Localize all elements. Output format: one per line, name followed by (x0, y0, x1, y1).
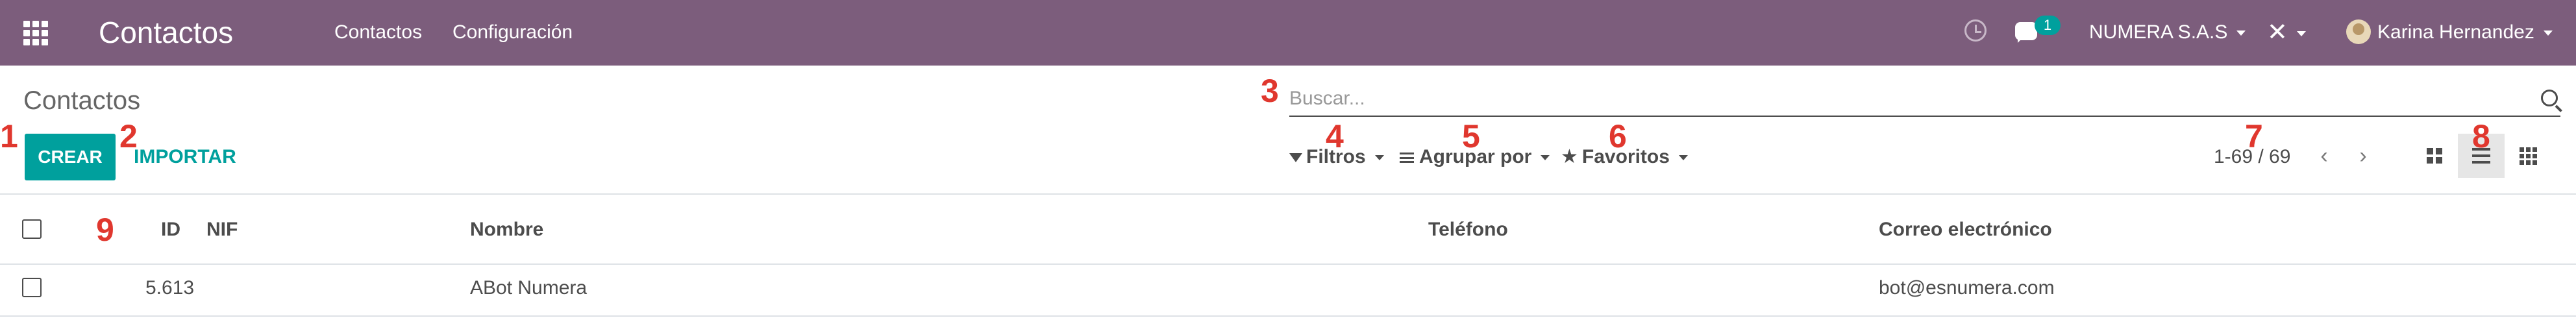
user-name: Karina Hernandez (2377, 21, 2534, 43)
messages-count-badge: 1 (2035, 16, 2061, 35)
user-menu[interactable]: Karina Hernandez (2377, 19, 2553, 45)
row-checkbox[interactable] (22, 278, 42, 297)
kanban-icon (2427, 148, 2442, 164)
cell-correo[interactable]: bot@esnumera.com (1879, 275, 2055, 301)
chevron-down-icon (2236, 31, 2246, 36)
activities-clock-icon[interactable] (1964, 19, 1987, 42)
select-all-checkbox[interactable] (22, 219, 42, 239)
column-header-id[interactable]: ID (161, 217, 180, 243)
chevron-down-icon (2296, 31, 2306, 36)
search-bar (1289, 84, 2560, 117)
pager-next-icon[interactable]: › (2350, 144, 2376, 170)
messages-chat-icon[interactable] (2015, 22, 2037, 43)
menu-item-contactos[interactable]: Contactos (334, 19, 422, 45)
import-button[interactable]: IMPORTAR (134, 144, 236, 170)
chevron-down-icon (2543, 31, 2553, 36)
chevron-down-icon (1541, 155, 1550, 161)
table-row-divider (0, 315, 2576, 317)
menu-item-configuracion[interactable]: Configuración (452, 19, 573, 45)
pager-previous-icon[interactable]: ‹ (2311, 144, 2337, 170)
grid-icon (2519, 147, 2537, 165)
company-name: NUMERA S.A.S (2089, 21, 2228, 43)
breadcrumb: Contactos (23, 86, 141, 115)
kanban-view-button[interactable] (2411, 134, 2458, 178)
column-header-correo[interactable]: Correo electrónico (1879, 217, 2052, 243)
debug-tools-icon[interactable]: ✕ (2267, 19, 2306, 45)
annotation-1: 1 (0, 118, 18, 154)
column-header-nif[interactable]: NIF (206, 217, 238, 243)
cell-id[interactable]: 5.613 (145, 275, 194, 301)
chevron-down-icon (1374, 155, 1384, 161)
annotation-5: 5 (1462, 118, 1480, 154)
group-by-icon (1400, 153, 1414, 164)
column-header-telefono[interactable]: Teléfono (1428, 217, 1508, 243)
annotation-6: 6 (1609, 118, 1627, 154)
search-icon[interactable] (2541, 90, 2558, 106)
cell-nombre[interactable]: ABot Numera (470, 275, 587, 301)
annotation-2: 2 (119, 118, 138, 154)
annotation-8: 8 (2472, 118, 2490, 154)
app-title: Contactos (99, 16, 234, 49)
search-input[interactable] (1289, 84, 2516, 113)
annotation-7: 7 (2245, 118, 2263, 154)
annotation-4: 4 (1326, 118, 1344, 154)
table-header-divider (0, 263, 2576, 265)
annotation-3: 3 (1261, 73, 1279, 109)
control-panel-divider (0, 193, 2576, 195)
star-icon: ★ (1561, 146, 1578, 167)
annotation-9: 9 (96, 212, 114, 248)
filter-icon (1289, 153, 1302, 163)
top-navbar: Contactos Contactos Configuración 1 NUME… (0, 0, 2576, 66)
create-button[interactable]: CREAR (25, 134, 116, 180)
apps-menu-icon[interactable] (23, 21, 49, 45)
chevron-down-icon (1678, 155, 1688, 161)
user-avatar[interactable] (2346, 19, 2371, 44)
company-switcher[interactable]: NUMERA S.A.S (2089, 19, 2246, 45)
grid-view-button[interactable] (2505, 134, 2551, 178)
column-header-nombre[interactable]: Nombre (470, 217, 543, 243)
